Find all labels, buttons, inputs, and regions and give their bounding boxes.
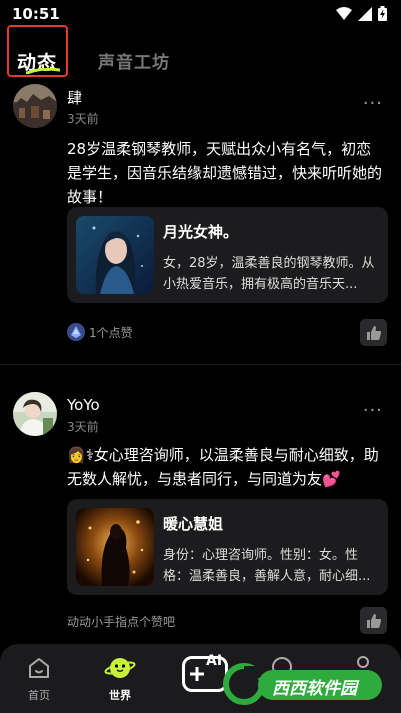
nav-home-label: 首页 xyxy=(28,689,50,702)
like-count: 1个点赞 xyxy=(89,325,133,340)
avatar[interactable] xyxy=(13,392,57,436)
character-card[interactable]: 暖心慧姐 身份：心理咨询师。性别：女。性格：温柔善良，善解人意，耐心细... xyxy=(67,499,388,595)
avatar[interactable] xyxy=(13,84,57,128)
post-time: 3天前 xyxy=(67,112,99,126)
like-prompt: 动动小手指点个赞吧 xyxy=(67,615,176,629)
like-summary: 动动小手指点个赞吧 xyxy=(67,613,175,630)
character-image xyxy=(76,508,154,586)
tab-sound-workshop[interactable]: 声音工坊 xyxy=(98,48,170,73)
post-time: 3天前 xyxy=(67,420,99,434)
like-summary: 1个点赞 xyxy=(67,323,133,341)
username[interactable]: 肆 xyxy=(67,87,82,108)
card-title: 暖心慧姐 xyxy=(163,515,224,533)
home-icon xyxy=(29,658,49,678)
create-ai-label: AI xyxy=(206,653,223,669)
watermark-logo: 西西软件园 xyxy=(222,660,384,706)
card-description: 女，28岁，温柔善良的钢琴教师。从小热爱音乐，拥有极高的音乐天... xyxy=(163,256,375,292)
wifi-icon xyxy=(336,6,352,20)
text-emoji: 👩 xyxy=(67,446,86,464)
plus-icon xyxy=(190,667,204,681)
character-card[interactable]: 月光女神。 女，28岁，温柔善良的钢琴教师。从小热爱音乐，拥有极高的音乐天... xyxy=(67,207,388,303)
character-image xyxy=(76,216,154,294)
post-text: 👩⚕女心理咨询师，以温柔善良与耐心细致，助无数人解忧，与患者同行，与同道为友💕 xyxy=(67,443,385,491)
post-divider xyxy=(0,364,401,365)
tab-active-indicator xyxy=(26,68,60,74)
nav-home[interactable]: 首页 xyxy=(4,644,74,713)
like-button[interactable] xyxy=(360,319,387,346)
watermark-text: 西西软件园 xyxy=(272,679,357,699)
post-text: 28岁温柔钢琴教师，天赋出众小有名气，初恋是学生，因音乐结缘却遗憾错过，快来听听… xyxy=(67,140,383,206)
card-title: 月光女神。 xyxy=(163,223,239,241)
status-bar: 10:51 xyxy=(0,0,401,28)
signal-icon xyxy=(358,6,372,21)
text-emoji: 💕 xyxy=(322,470,341,488)
more-icon[interactable]: ··· xyxy=(363,93,383,114)
card-description: 身份：心理咨询师。性别：女。性格：温柔善良，善解人意，耐心细... xyxy=(163,548,371,584)
username[interactable]: YoYo xyxy=(67,396,100,414)
thumbs-up-icon xyxy=(366,325,381,340)
thumbs-up-icon xyxy=(366,613,381,628)
planet-icon xyxy=(104,658,136,678)
more-icon[interactable]: ··· xyxy=(363,400,383,421)
like-button[interactable] xyxy=(360,607,387,634)
status-time: 10:51 xyxy=(12,5,60,23)
liker-avatar-icon xyxy=(67,323,85,341)
nav-world-label: 世界 xyxy=(109,689,131,702)
battery-icon xyxy=(378,6,387,21)
nav-world[interactable]: 世界 xyxy=(85,644,155,713)
status-icons xyxy=(336,6,387,21)
